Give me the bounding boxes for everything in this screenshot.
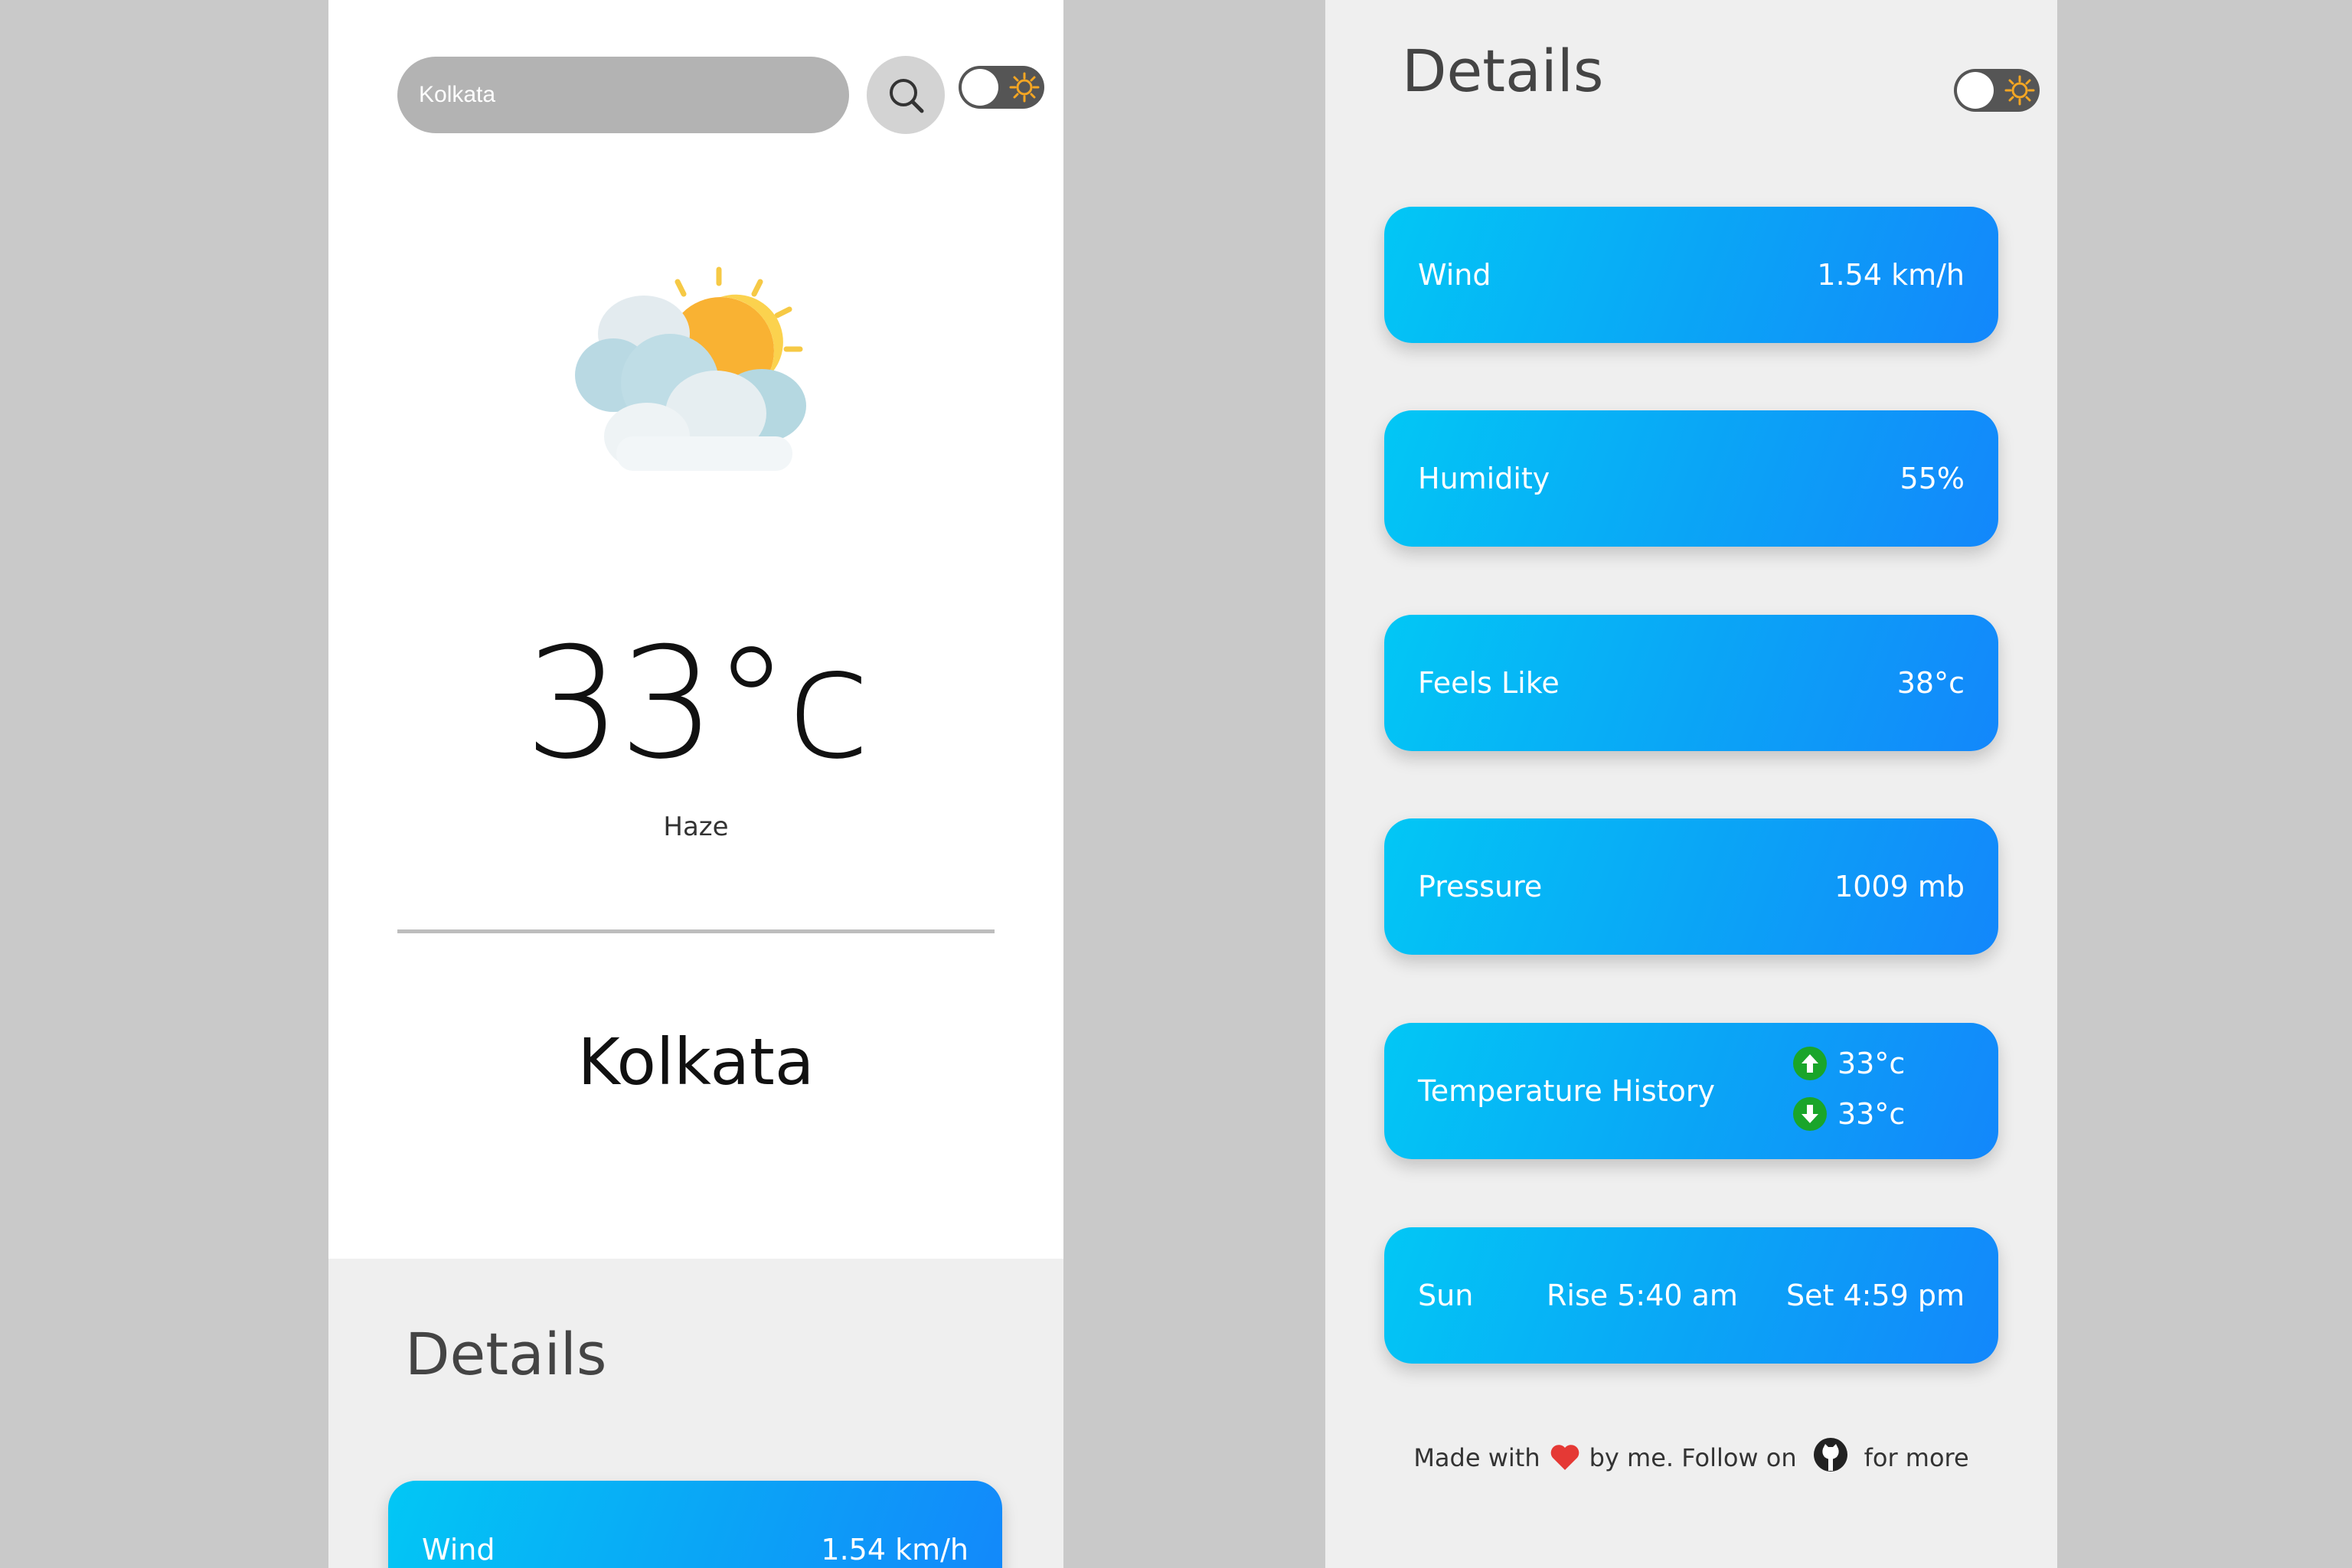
history-high-row: 33°c <box>1793 1038 1946 1089</box>
details-section: Details Wind 1.54 km/h <box>328 1259 1063 1568</box>
wind-value: 1.54 km/h <box>1817 258 1965 292</box>
sun-icon <box>1009 72 1040 103</box>
sun-icon <box>2004 75 2035 106</box>
weather-condition: Haze <box>663 812 729 842</box>
history-low-row: 33°c <box>1793 1089 1946 1139</box>
wind-card: Wind 1.54 km/h <box>1384 207 1998 343</box>
footer-for-more: for more <box>1864 1443 1969 1472</box>
footer-made-with: Made with <box>1413 1443 1540 1472</box>
sun-behind-clouds-icon <box>575 266 806 471</box>
divider <box>397 929 995 933</box>
history-low-value: 33°c <box>1838 1097 1906 1131</box>
pressure-card: Pressure 1009 mb <box>1384 818 1998 955</box>
humidity-value: 55% <box>1900 462 1965 495</box>
wind-card: Wind 1.54 km/h <box>388 1481 1002 1568</box>
arrow-up-icon <box>1793 1047 1827 1080</box>
wind-value: 1.54 km/h <box>821 1533 969 1566</box>
pressure-label: Pressure <box>1418 870 1543 903</box>
toggle-knob <box>962 69 998 106</box>
temperature-history-values: 33°c 33°c <box>1793 1038 1946 1139</box>
sun-card: Sun Rise 5:40 am Set 4:59 pm <box>1384 1227 1998 1364</box>
temperature-value: 33°c <box>524 615 871 793</box>
humidity-label: Humidity <box>1418 462 1550 495</box>
city-search-input[interactable] <box>397 57 849 133</box>
temperature-history-card: Temperature History 33°c 33°c <box>1384 1023 1998 1159</box>
feels-like-card: Feels Like 38°c <box>1384 615 1998 751</box>
temperature-history-label: Temperature History <box>1418 1074 1715 1108</box>
wind-label: Wind <box>1418 258 1491 292</box>
feels-like-value: 38°c <box>1896 666 1965 700</box>
humidity-card: Humidity 55% <box>1384 410 1998 547</box>
history-high-value: 33°c <box>1838 1047 1906 1080</box>
github-icon[interactable] <box>1812 1436 1849 1473</box>
sunset-value: Set 4:59 pm <box>1785 1279 1965 1312</box>
city-name: Kolkata <box>577 1024 815 1099</box>
sun-label: Sun <box>1418 1279 1474 1312</box>
details-heading: Details <box>1402 37 1604 105</box>
footer: Made with by me. Follow on for more <box>1325 1436 2057 1479</box>
sunrise-value: Rise 5:40 am <box>1547 1279 1738 1312</box>
theme-toggle[interactable] <box>959 66 1044 109</box>
arrow-down-icon <box>1793 1097 1827 1131</box>
toggle-knob <box>1957 72 1994 109</box>
search-button[interactable] <box>867 56 945 134</box>
search-icon <box>890 79 924 113</box>
wind-label: Wind <box>422 1533 495 1566</box>
main-weather-screen: 33°c Haze Kolkata Details Wind 1.54 km/h <box>328 0 1063 1568</box>
footer-by-me: by me. Follow on <box>1589 1443 1797 1472</box>
heart-icon <box>1550 1445 1579 1470</box>
theme-toggle[interactable] <box>1954 69 2040 112</box>
feels-like-label: Feels Like <box>1418 666 1560 700</box>
details-screen: Details Wind 1.54 km/h Humidity 55% Feel… <box>1325 0 2057 1568</box>
pressure-value: 1009 mb <box>1834 870 1965 903</box>
details-heading: Details <box>405 1320 607 1388</box>
